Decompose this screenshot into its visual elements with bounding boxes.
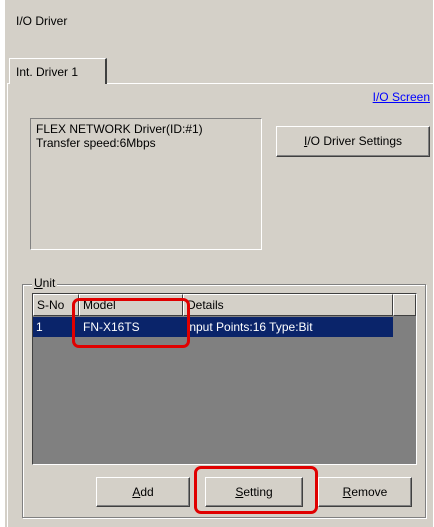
- io-driver-settings-label: /O Driver Settings: [307, 134, 403, 148]
- cell-details: Input Points:16 Type:Bit: [186, 320, 313, 334]
- io-screen-link[interactable]: I/O Screen: [373, 90, 430, 104]
- add-label: dd: [140, 485, 154, 499]
- unit-list[interactable]: S-No Model Details 1 FN-X16TS Input Poin…: [32, 293, 417, 465]
- driver-name-text: FLEX NETWORK Driver(ID:#1): [36, 122, 203, 136]
- setting-label: etting: [243, 485, 273, 499]
- column-header-filler: [393, 294, 416, 316]
- unit-group-hotkey: U: [34, 276, 43, 290]
- cell-model: FN-X16TS: [83, 320, 140, 334]
- column-header-sno[interactable]: S-No: [33, 294, 79, 316]
- column-header-model[interactable]: Model: [79, 294, 183, 316]
- table-row[interactable]: 1 FN-X16TS Input Points:16 Type:Bit: [33, 317, 393, 337]
- remove-label: emove: [351, 485, 388, 499]
- io-driver-settings-button[interactable]: I/O Driver Settings: [276, 126, 430, 157]
- setting-button[interactable]: Setting: [205, 477, 303, 507]
- unit-group-label-rest: nit: [42, 276, 56, 290]
- tab-int-driver-1[interactable]: Int. Driver 1: [9, 58, 107, 84]
- add-button[interactable]: Add: [96, 477, 190, 507]
- tab-label: Int. Driver 1: [16, 65, 79, 79]
- unit-group-label: Unit: [32, 276, 58, 290]
- cell-sno: 1: [36, 320, 43, 334]
- transfer-speed-text: Transfer speed:6Mbps: [36, 136, 156, 150]
- window-title: I/O Driver: [16, 14, 68, 28]
- remove-hotkey: R: [342, 485, 352, 499]
- driver-info-box: FLEX NETWORK Driver(ID:#1) Transfer spee…: [30, 118, 262, 250]
- column-header-details[interactable]: Details: [183, 294, 393, 316]
- remove-button[interactable]: Remove: [318, 477, 412, 507]
